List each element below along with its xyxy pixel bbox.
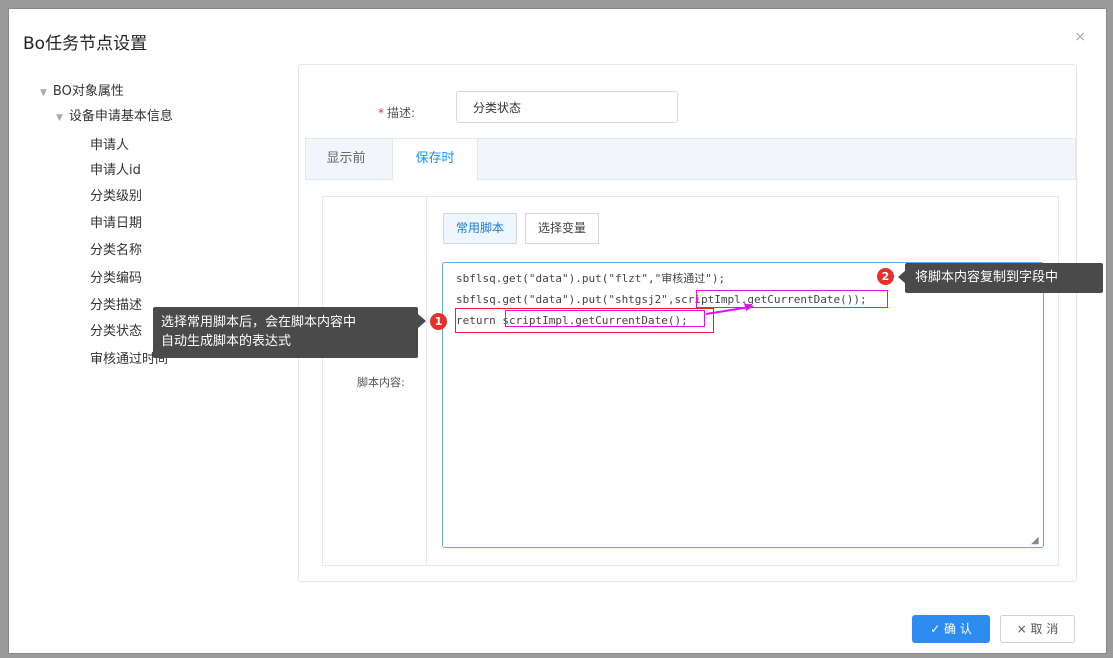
tooltip-line: 自动生成脚本的表达式 bbox=[161, 334, 292, 349]
resize-handle-icon[interactable]: ◢ bbox=[1031, 535, 1039, 546]
tree-group[interactable]: ▼ 设备申请基本信息 bbox=[56, 105, 173, 124]
tree-field[interactable]: 分类描述 bbox=[90, 294, 142, 313]
tree-field[interactable]: 分类名称 bbox=[90, 239, 142, 258]
tree-field[interactable]: 申请人 bbox=[90, 134, 129, 153]
tab-bar: 显示前 保存时 bbox=[305, 138, 1076, 181]
tree-field[interactable]: 申请人id bbox=[90, 159, 141, 178]
confirm-button[interactable]: ✓ 确 认 bbox=[912, 615, 990, 643]
common-scripts-button[interactable]: 常用脚本 bbox=[443, 213, 518, 244]
description-label: * 描述: bbox=[378, 104, 415, 121]
highlight-box bbox=[455, 308, 714, 333]
description-input[interactable]: 分类状态 bbox=[456, 91, 678, 123]
tooltip-line: 选择常用脚本后，会在脚本内容中 bbox=[161, 315, 357, 330]
arrow-icon bbox=[705, 303, 754, 315]
cancel-button[interactable]: × 取 消 bbox=[1000, 615, 1075, 643]
tab-before-display[interactable]: 显示前 bbox=[316, 139, 376, 180]
dialog-title: Bo任务节点设置 bbox=[23, 34, 148, 54]
description-label-text: 描述: bbox=[387, 106, 416, 120]
tab-on-save[interactable]: 保存时 bbox=[392, 139, 478, 181]
annotation-tooltip: 选择常用脚本后，会在脚本内容中 自动生成脚本的表达式 bbox=[153, 307, 418, 358]
tree-root-label: BO对象属性 bbox=[52, 84, 124, 99]
step-badge: 1 bbox=[430, 313, 447, 330]
step-badge: 2 bbox=[877, 268, 894, 285]
tree-field[interactable]: 申请日期 bbox=[90, 212, 142, 231]
pointer-icon bbox=[418, 314, 426, 328]
tree-field[interactable]: 分类状态 bbox=[90, 320, 142, 339]
required-marker: * bbox=[378, 106, 384, 120]
tree-field[interactable]: 分类级别 bbox=[90, 185, 142, 204]
select-variable-button[interactable]: 选择变量 bbox=[525, 213, 600, 244]
tree-field[interactable]: 分类编码 bbox=[90, 267, 142, 286]
caret-down-icon[interactable]: ▼ bbox=[40, 88, 47, 98]
script-content-label: 脚本内容: bbox=[357, 376, 405, 389]
code-line: sbflsq.get("data").put("flzt","审核通过"); bbox=[456, 272, 726, 285]
close-icon[interactable]: × bbox=[1074, 29, 1086, 45]
tree-root[interactable]: ▼ BO对象属性 bbox=[40, 80, 124, 99]
annotation-tooltip: 将脚本内容复制到字段中 bbox=[905, 263, 1103, 293]
tree-group-label: 设备申请基本信息 bbox=[68, 109, 173, 124]
section-divider bbox=[426, 196, 427, 566]
caret-down-icon[interactable]: ▼ bbox=[56, 113, 63, 123]
